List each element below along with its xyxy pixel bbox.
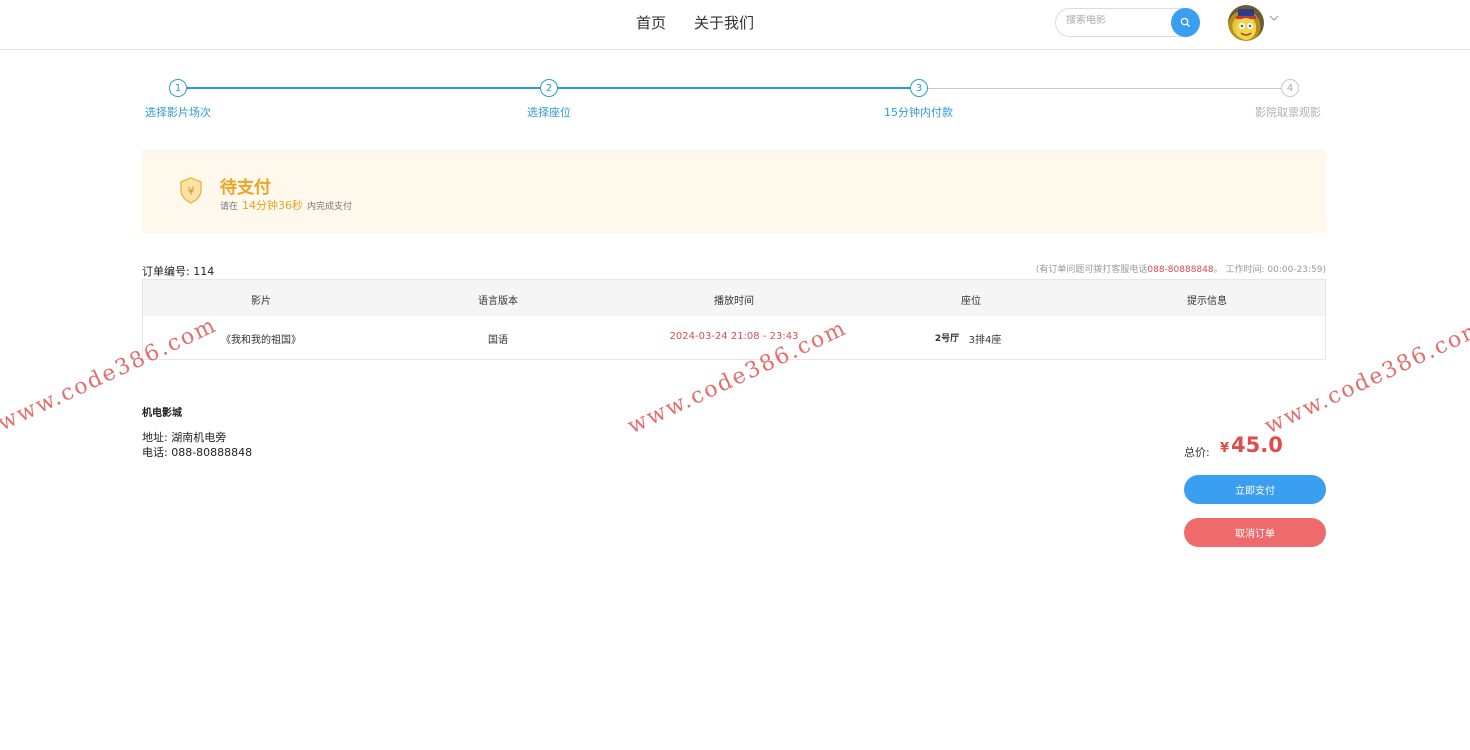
shield-yen-icon: ¥ xyxy=(180,177,202,204)
step-4-dot: 4 xyxy=(1281,79,1299,97)
col-seat: 座位 xyxy=(961,296,981,307)
countdown-prefix: 请在 xyxy=(220,202,239,212)
pay-now-button[interactable]: 立即支付 xyxy=(1184,475,1326,504)
nav-home[interactable]: 首页 xyxy=(636,12,666,33)
support-hint-suffix: 。 工作时间: 00:00-23:59) xyxy=(1213,265,1326,275)
nav-about[interactable]: 关于我们 xyxy=(694,12,754,33)
cell-film: 《我和我的祖国》 xyxy=(221,335,301,346)
chevron-down-icon[interactable] xyxy=(1269,14,1279,22)
search-icon xyxy=(1180,17,1191,28)
step-1-dot: 1 xyxy=(169,79,187,97)
progress-steps: 1 选择影片场次 2 选择座位 3 15分钟内付款 4 影院取票观影 xyxy=(142,78,1326,123)
col-language: 语言版本 xyxy=(478,296,518,307)
currency-symbol: ¥ xyxy=(1220,441,1230,456)
avatar-image xyxy=(1236,9,1256,40)
col-tip: 提示信息 xyxy=(1187,296,1227,307)
user-avatar[interactable] xyxy=(1228,5,1264,41)
countdown-suffix: 内完成支付 xyxy=(307,202,353,212)
step-1-label: 选择影片场次 xyxy=(145,106,211,119)
step-3-dot: 3 xyxy=(910,79,928,97)
main-nav: 首页 关于我们 xyxy=(636,12,754,33)
col-showtime: 播放时间 xyxy=(714,296,754,307)
step-3-label: 15分钟内付款 xyxy=(884,106,953,119)
support-hint-prefix: (有订单问题可拨打客服电话 xyxy=(1035,265,1148,275)
cell-language: 国语 xyxy=(488,335,508,346)
payment-status-banner: ¥ 待支付 请在 14分钟36秒 内完成支付 xyxy=(142,149,1326,233)
step-2-label: 选择座位 xyxy=(527,106,571,119)
cell-hall: 2号厅 xyxy=(934,334,960,344)
total-label: 总价: xyxy=(1184,446,1210,459)
search-box xyxy=(1055,8,1200,37)
watermark: www.code386.com xyxy=(0,312,222,437)
cancel-order-button[interactable]: 取消订单 xyxy=(1184,518,1326,547)
cell-seat: 3排4座 xyxy=(968,335,1002,346)
status-title: 待支付 xyxy=(220,178,271,198)
order-number: 订单编号: 114 xyxy=(142,265,215,278)
support-phone: 088-80888848 xyxy=(1147,265,1214,275)
status-subtitle: 请在 14分钟36秒 内完成支付 xyxy=(220,197,352,213)
table-header: 影片 语言版本 播放时间 座位 提示信息 xyxy=(143,280,1325,316)
top-header: 首页 关于我们 xyxy=(0,0,1470,50)
cinema-address: 地址: 湖南机电旁 xyxy=(142,431,227,444)
cinema-name: 机电影城 xyxy=(142,408,182,419)
support-hint: (有订单问题可拨打客服电话088-80888848。 工作时间: 00:00-2… xyxy=(1036,262,1326,275)
step-2-dot: 2 xyxy=(540,79,558,97)
countdown-timer: 14分钟36秒 xyxy=(242,199,304,212)
cell-showtime: 2024-03-24 21:08 - 23:43 xyxy=(669,331,799,342)
step-line-pending xyxy=(920,87,1282,89)
step-4-label: 影院取票观影 xyxy=(1255,106,1321,119)
search-button[interactable] xyxy=(1171,8,1200,37)
order-table: 影片 语言版本 播放时间 座位 提示信息 《我和我的祖国》 国语 2024-03… xyxy=(142,279,1326,360)
col-film: 影片 xyxy=(251,296,271,307)
search-input[interactable] xyxy=(1066,15,1166,26)
cinema-phone: 电话: 088-80888848 xyxy=(142,446,253,459)
svg-text:¥: ¥ xyxy=(188,185,195,198)
